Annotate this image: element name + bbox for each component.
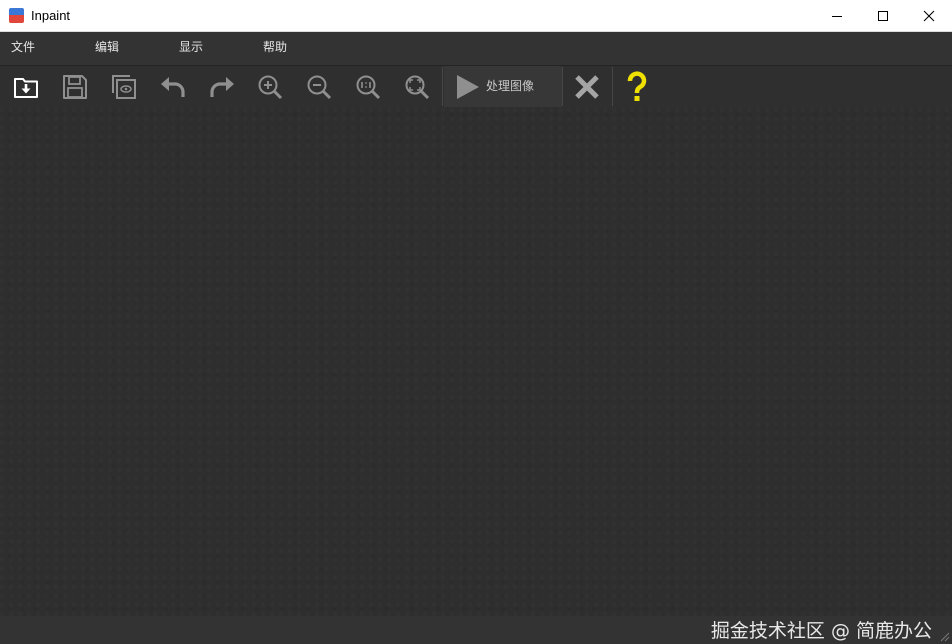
resize-grip-icon[interactable] — [938, 630, 950, 642]
save-disk-icon — [63, 74, 87, 99]
menu-file[interactable]: 文件 — [11, 32, 35, 65]
zoom-actual-size-icon — [356, 75, 381, 99]
x-icon — [575, 74, 599, 99]
maximize-icon — [878, 10, 888, 21]
zoom-out-button[interactable] — [295, 66, 343, 107]
title-bar[interactable]: Inpaint — [0, 0, 952, 32]
process-image-button[interactable]: 处理图像 — [444, 66, 562, 107]
zoom-fit-icon — [405, 75, 430, 99]
minimize-button[interactable] — [814, 0, 860, 31]
undo-arrow-icon — [161, 76, 185, 97]
toolbar-separator — [442, 67, 443, 106]
fit-window-button[interactable] — [393, 66, 441, 107]
open-folder-icon — [14, 77, 38, 98]
menu-bar: 文件 编辑 显示 帮助 — [0, 32, 952, 65]
menu-edit[interactable]: 编辑 — [95, 32, 119, 65]
cancel-button[interactable] — [563, 66, 611, 107]
image-canvas[interactable] — [0, 107, 952, 616]
maximize-button[interactable] — [860, 0, 906, 31]
minimize-icon — [832, 15, 842, 17]
menu-view[interactable]: 显示 — [179, 32, 203, 65]
process-image-label: 处理图像 — [486, 79, 535, 93]
open-button[interactable] — [2, 66, 50, 107]
close-icon — [923, 10, 935, 21]
play-icon — [457, 75, 479, 99]
status-bar: 掘金技术社区 @ 简鹿办公 — [0, 616, 952, 644]
actual-size-button[interactable] — [344, 66, 392, 107]
zoom-out-icon — [307, 75, 332, 99]
preview-button[interactable] — [100, 66, 148, 107]
app-logo-icon — [9, 8, 24, 23]
menu-help[interactable]: 帮助 — [263, 32, 287, 65]
window-title: Inpaint — [31, 8, 71, 23]
redo-arrow-icon — [210, 76, 234, 97]
help-button[interactable] — [613, 66, 661, 107]
save-button[interactable] — [51, 66, 99, 107]
toolbar: 处理图像 — [0, 65, 952, 108]
layers-preview-icon — [112, 74, 136, 99]
close-button[interactable] — [906, 0, 952, 31]
redo-button[interactable] — [198, 66, 246, 107]
question-mark-icon — [627, 70, 647, 101]
undo-button[interactable] — [149, 66, 197, 107]
zoom-in-icon — [258, 75, 283, 99]
zoom-in-button[interactable] — [246, 66, 294, 107]
watermark-text: 掘金技术社区 @ 简鹿办公 — [710, 620, 932, 642]
app-window: Inpaint 文件 编辑 显示 帮助 处理图像 掘金技术社区 @ 简鹿办公 — [0, 0, 952, 644]
